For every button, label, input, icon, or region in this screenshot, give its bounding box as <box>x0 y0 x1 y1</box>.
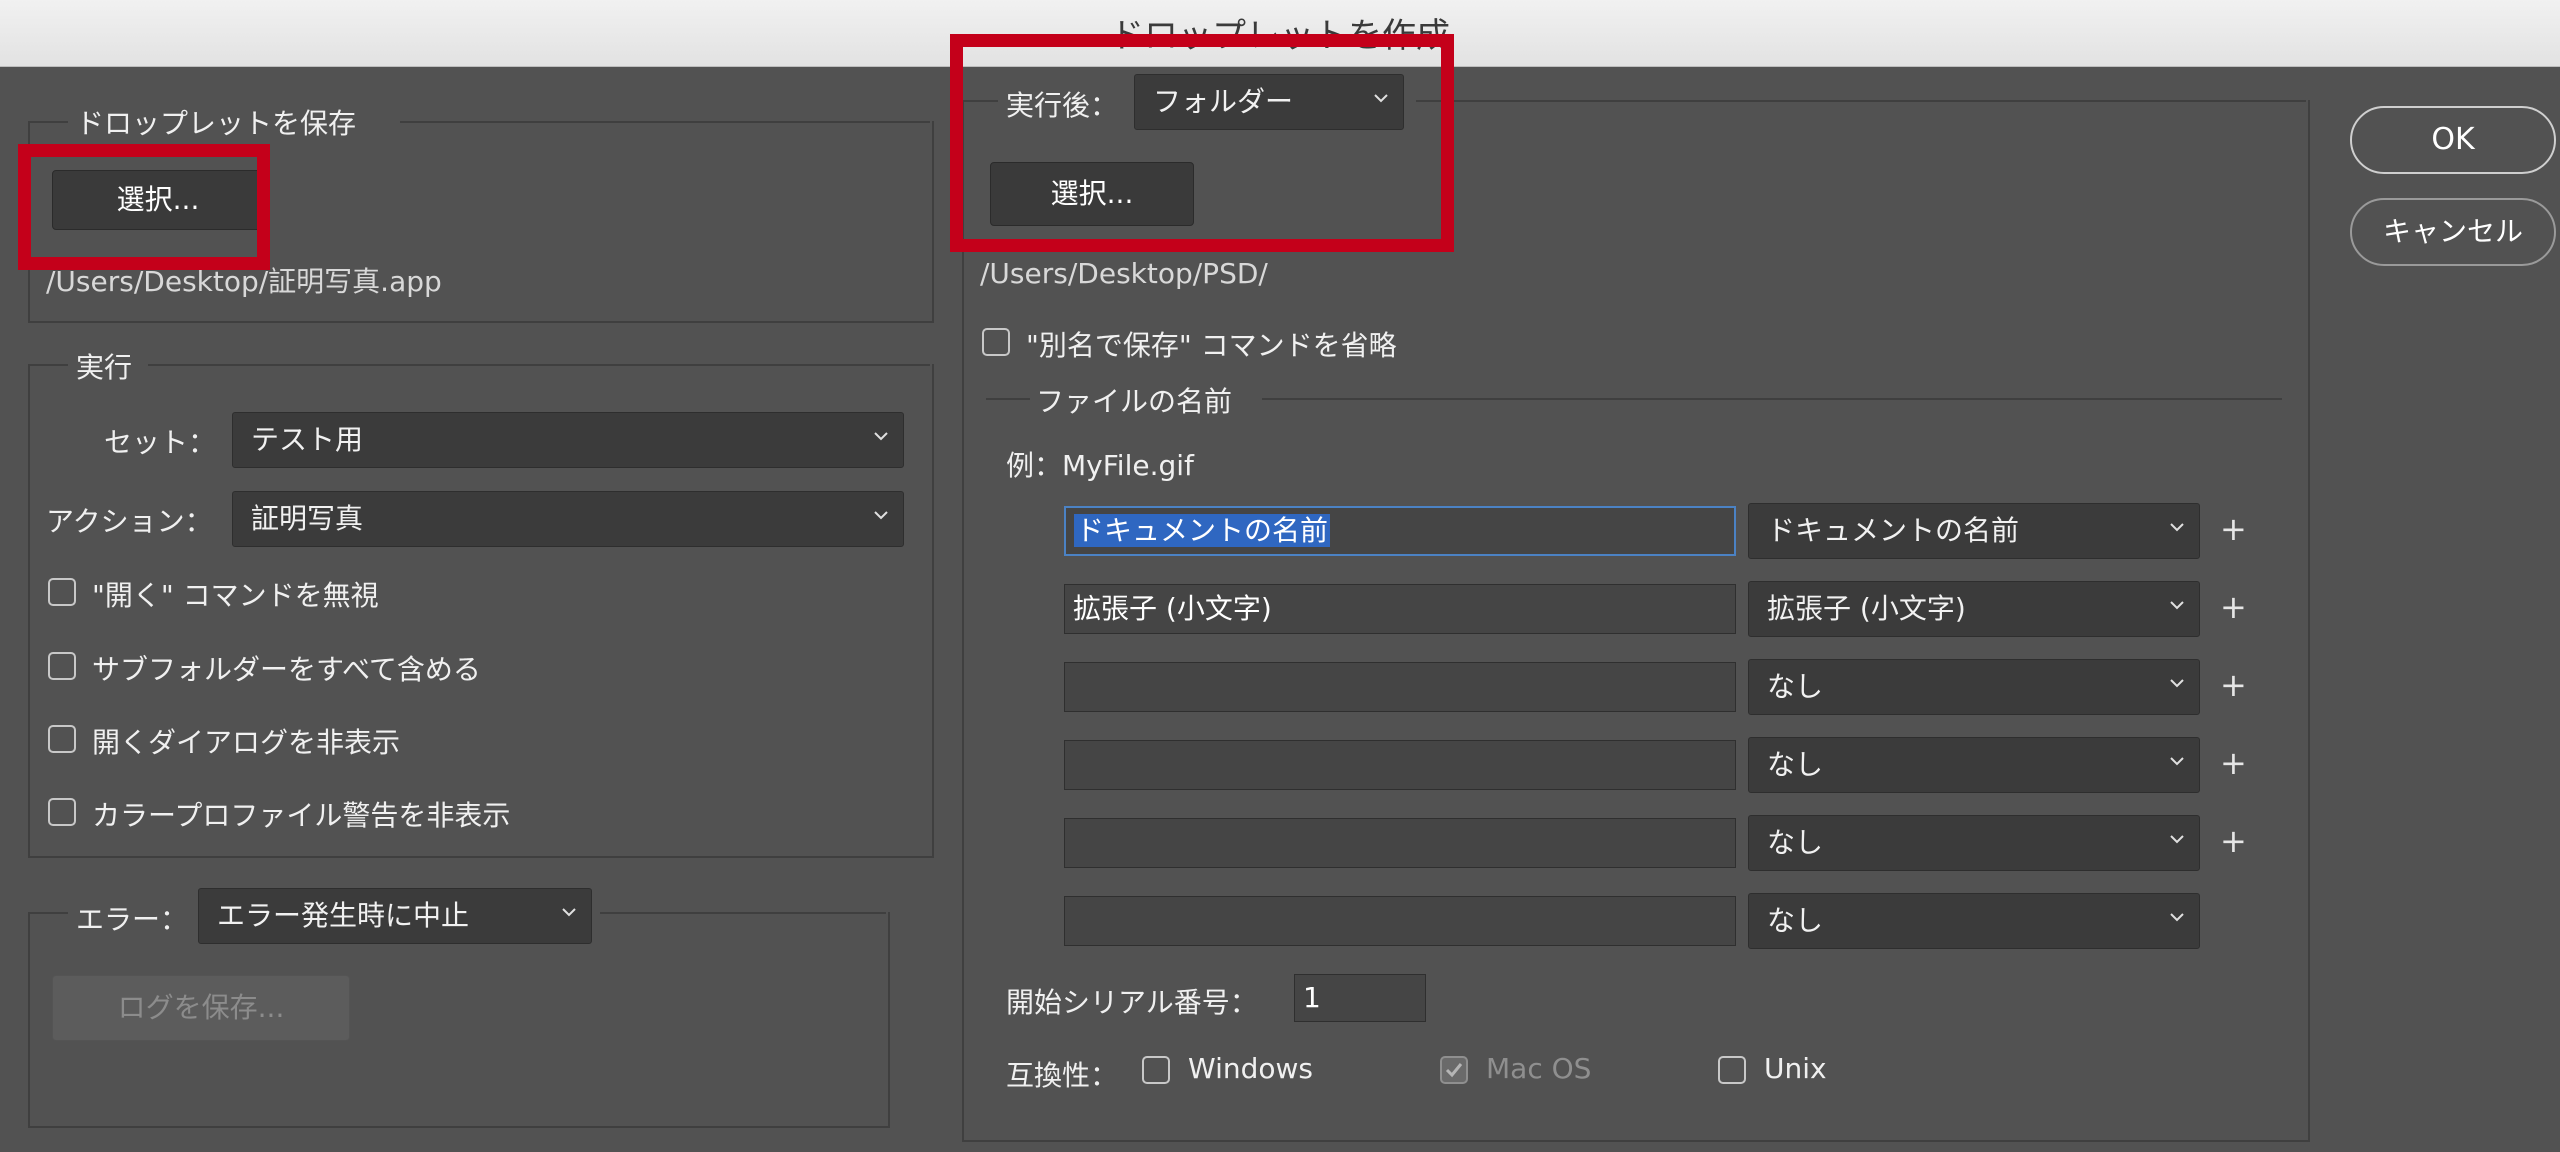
errors-label: エラー： <box>76 903 189 936</box>
add-naming-row-button-2[interactable]: + <box>2220 588 2247 626</box>
naming-field-4[interactable] <box>1064 740 1736 790</box>
chevron-down-icon <box>2170 679 2184 688</box>
compat-unix-checkbox[interactable] <box>1718 1056 1746 1084</box>
suppress-open-dialog-label: 開くダイアログを非表示 <box>92 726 401 759</box>
set-value: テスト用 <box>251 423 364 456</box>
errors-value: エラー発生時に中止 <box>217 899 470 932</box>
compat-macos-label: Mac OS <box>1486 1052 1592 1085</box>
serial-label: 開始シリアル番号： <box>1006 986 1258 1019</box>
chevron-down-icon <box>562 908 576 917</box>
naming-select-3[interactable]: なし <box>1748 659 2200 715</box>
naming-select-5-value: なし <box>1767 826 1824 859</box>
play-legend: 実行 <box>76 351 133 384</box>
naming-select-5[interactable]: なし <box>1748 815 2200 871</box>
highlight-box-destination <box>950 34 1454 252</box>
naming-field-2-text: 拡張子 (小文字) <box>1073 592 1272 625</box>
action-label: アクション： <box>46 505 213 538</box>
chevron-down-icon <box>874 432 888 441</box>
set-label: セット： <box>104 426 217 459</box>
chevron-down-icon <box>2170 601 2184 610</box>
save-log-button[interactable]: ログを保存... <box>52 975 350 1041</box>
highlight-box-droplet-choose <box>18 144 270 270</box>
set-select[interactable]: テスト用 <box>232 412 904 468</box>
destination-path: /Users/Desktop/PSD/ <box>980 257 1268 290</box>
naming-field-6[interactable] <box>1064 896 1736 946</box>
override-save-as-label: "別名で保存" コマンドを省略 <box>1026 329 1397 362</box>
override-open-label: "開く" コマンドを無視 <box>92 579 379 612</box>
fieldset-line <box>1262 398 2282 400</box>
compat-windows-label: Windows <box>1188 1052 1313 1085</box>
naming-select-2[interactable]: 拡張子 (小文字) <box>1748 581 2200 637</box>
naming-select-2-value: 拡張子 (小文字) <box>1767 592 1966 625</box>
chevron-down-icon <box>2170 523 2184 532</box>
add-naming-row-button-1[interactable]: + <box>2220 510 2247 548</box>
chevron-down-icon <box>2170 835 2184 844</box>
serial-number-input[interactable]: 1 <box>1294 974 1426 1022</box>
suppress-color-warning-label: カラープロファイル警告を非表示 <box>92 799 511 832</box>
file-naming-legend: ファイルの名前 <box>1036 385 1233 418</box>
naming-select-1-value: ドキュメントの名前 <box>1767 514 2020 547</box>
naming-field-5[interactable] <box>1064 818 1736 868</box>
action-select[interactable]: 証明写真 <box>232 491 904 547</box>
override-open-checkbox[interactable] <box>48 578 76 606</box>
naming-select-4[interactable]: なし <box>1748 737 2200 793</box>
naming-select-6-value: なし <box>1767 904 1824 937</box>
add-naming-row-button-5[interactable]: + <box>2220 822 2247 860</box>
naming-field-1[interactable]: ドキュメントの名前 <box>1064 506 1736 556</box>
naming-select-1[interactable]: ドキュメントの名前 <box>1748 503 2200 559</box>
suppress-color-warning-checkbox[interactable] <box>48 798 76 826</box>
action-value: 証明写真 <box>251 502 364 535</box>
chevron-down-icon <box>2170 913 2184 922</box>
naming-field-1-text: ドキュメントの名前 <box>1074 514 1331 547</box>
include-subfolders-label: サブフォルダーをすべて含める <box>92 653 481 686</box>
save-droplet-legend: ドロップレットを保存 <box>76 107 357 140</box>
ok-button[interactable]: OK <box>2350 106 2556 174</box>
naming-field-3[interactable] <box>1064 662 1736 712</box>
suppress-open-dialog-checkbox[interactable] <box>48 725 76 753</box>
compat-windows-checkbox[interactable] <box>1142 1056 1170 1084</box>
serial-number-value: 1 <box>1303 981 1321 1014</box>
cancel-button[interactable]: キャンセル <box>2350 198 2556 266</box>
file-naming-example: 例：MyFile.gif <box>1006 449 1194 482</box>
naming-select-4-value: なし <box>1767 748 1824 781</box>
include-subfolders-checkbox[interactable] <box>48 652 76 680</box>
compat-unix-label: Unix <box>1764 1052 1827 1085</box>
add-naming-row-button-3[interactable]: + <box>2220 666 2247 704</box>
compat-label: 互換性： <box>1006 1059 1119 1092</box>
chevron-down-icon <box>874 511 888 520</box>
chevron-down-icon <box>2170 757 2184 766</box>
fieldset-line <box>986 398 1030 400</box>
naming-select-3-value: なし <box>1767 670 1824 703</box>
checkmark-icon <box>1445 1063 1463 1078</box>
compat-macos-checkbox <box>1440 1056 1468 1084</box>
naming-select-6[interactable]: なし <box>1748 893 2200 949</box>
naming-field-2[interactable]: 拡張子 (小文字) <box>1064 584 1736 634</box>
errors-select[interactable]: エラー発生時に中止 <box>198 888 592 944</box>
override-save-as-checkbox[interactable] <box>982 328 1010 356</box>
add-naming-row-button-4[interactable]: + <box>2220 744 2247 782</box>
